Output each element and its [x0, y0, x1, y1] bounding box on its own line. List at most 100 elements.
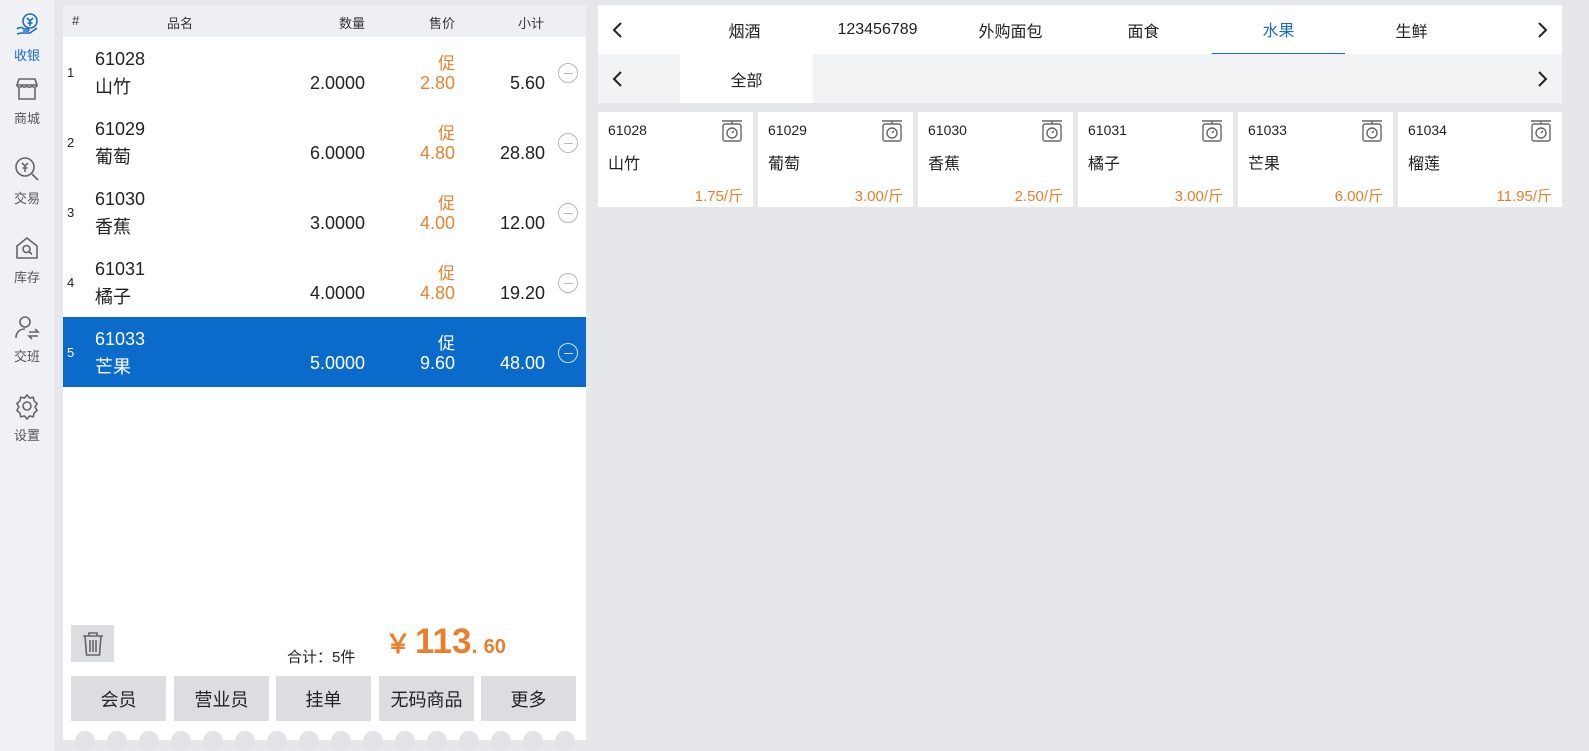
nav-label-settings: 设置	[13, 428, 40, 443]
product-code: 61028	[608, 122, 647, 138]
row-qty: 3.0000	[309, 213, 365, 233]
scale-icon	[1042, 120, 1062, 142]
remove-item-icon[interactable]	[558, 273, 578, 293]
col-header-subtotal: 小计	[517, 16, 544, 31]
subtabs-next-button[interactable]	[1522, 54, 1562, 103]
nav-label-store: 商城	[13, 111, 40, 126]
product-card[interactable]: 61033 芒果 6.00/斤	[1238, 112, 1393, 207]
cart-header: # 品名 数量 售价 小计	[63, 5, 586, 37]
currency-symbol: ￥	[385, 629, 412, 659]
chevron-right-icon	[1538, 21, 1548, 38]
cart-row[interactable]: 1 61028 山竹 2.0000 促 2.80 5.60	[63, 37, 586, 107]
cart-row[interactable]: 2 61029 葡萄 6.0000 促 4.80 28.80	[63, 107, 586, 177]
row-qty: 6.0000	[309, 143, 365, 163]
total-decimal: 60	[483, 636, 506, 658]
total-count: 合计：5件	[287, 649, 356, 666]
product-name: 山竹	[608, 156, 641, 173]
product-code: 61034	[1408, 122, 1447, 138]
tab-fresh[interactable]: 生鲜	[1345, 5, 1478, 54]
row-qty: 2.0000	[309, 73, 365, 93]
tabs-next-button[interactable]	[1522, 5, 1562, 54]
nav-label-transaction: 交易	[13, 191, 40, 206]
chevron-left-icon	[612, 70, 622, 87]
promo-badge: 促	[438, 194, 455, 213]
subtabs-prev-button[interactable]	[598, 54, 638, 103]
row-index: 4	[67, 275, 75, 290]
row-name: 香蕉	[95, 217, 131, 237]
nav-item-inventory[interactable]: 库存	[0, 222, 54, 298]
total-amount: ￥ 113. 60	[385, 622, 506, 662]
gear-icon	[15, 393, 39, 420]
tabs-prev-button[interactable]	[598, 5, 638, 54]
row-code: 61030	[95, 189, 146, 209]
cart-row[interactable]: 4 61031 橘子 4.0000 促 4.80 19.20	[63, 247, 586, 317]
row-price: 9.60	[419, 353, 455, 373]
row-subtotal: 48.00	[499, 353, 545, 373]
product-card[interactable]: 61031 橘子 3.00/斤	[1078, 112, 1233, 207]
row-code: 61028	[95, 49, 146, 69]
row-index: 2	[67, 135, 75, 150]
product-price: 11.95/斤	[1496, 188, 1552, 205]
chevron-left-icon	[612, 21, 622, 38]
scale-icon	[1362, 120, 1382, 142]
cart-row[interactable]: 3 61030 香蕉 3.0000 促 4.00 12.00	[63, 177, 586, 247]
product-price: 3.00/斤	[854, 188, 903, 205]
row-qty: 4.0000	[309, 283, 365, 303]
row-price: 4.00	[419, 213, 455, 233]
row-index: 5	[67, 345, 75, 360]
remove-item-icon[interactable]	[558, 343, 578, 363]
row-name: 橘子	[95, 287, 131, 307]
product-card[interactable]: 61029 葡萄 3.00/斤	[758, 112, 913, 207]
product-code: 61030	[928, 122, 967, 138]
product-name: 橘子	[1088, 156, 1121, 173]
clear-cart-button[interactable]	[71, 625, 114, 662]
total-dot: .	[471, 633, 478, 658]
tab-fruit[interactable]: 水果	[1212, 5, 1345, 54]
remove-item-icon[interactable]	[558, 63, 578, 83]
tab-bread[interactable]: 外购面包	[944, 5, 1077, 54]
row-code: 61033	[95, 329, 146, 349]
tab-tobacco-liquor[interactable]: 烟酒	[678, 5, 811, 54]
no-barcode-item-button[interactable]: 无码商品	[379, 676, 474, 721]
row-subtotal: 12.00	[499, 213, 545, 233]
more-button[interactable]: 更多	[481, 676, 576, 721]
transaction-icon	[15, 157, 39, 181]
nav-item-settings[interactable]: 设置	[0, 380, 54, 456]
member-button[interactable]: 会员	[71, 676, 166, 721]
shift-handover-icon	[15, 316, 40, 340]
hold-order-button[interactable]: 挂单	[276, 676, 371, 721]
row-name: 山竹	[95, 77, 131, 97]
nav-item-shift[interactable]: 交班	[0, 301, 54, 377]
side-nav: 收银 商城 交易 库存 交班 设置	[0, 0, 54, 751]
promo-badge: 促	[438, 264, 455, 283]
nav-item-store[interactable]: 商城	[0, 63, 54, 139]
promo-badge: 促	[438, 334, 455, 353]
nav-item-transaction[interactable]: 交易	[0, 143, 54, 219]
subtab-all[interactable]: 全部	[680, 54, 813, 103]
product-code: 61033	[1248, 122, 1287, 138]
trash-icon	[82, 631, 103, 656]
total-integer: 113	[415, 622, 472, 661]
product-name: 葡萄	[768, 156, 801, 173]
product-name: 榴莲	[1408, 156, 1441, 173]
product-card[interactable]: 61030 香蕉 2.50/斤	[918, 112, 1073, 207]
row-name: 葡萄	[95, 147, 131, 167]
cashier-icon	[16, 13, 38, 35]
product-card[interactable]: 61034 榴莲 11.95/斤	[1398, 112, 1562, 207]
scale-icon	[1202, 120, 1222, 142]
row-subtotal: 5.60	[509, 73, 545, 93]
col-header-index: #	[72, 13, 80, 28]
nav-label-cashier: 收银	[13, 48, 40, 63]
salesperson-button[interactable]: 营业员	[174, 676, 269, 721]
tab-noodles[interactable]: 面食	[1077, 5, 1210, 54]
row-index: 1	[67, 65, 75, 80]
tab-123456789[interactable]: 123456789	[811, 5, 944, 54]
remove-item-icon[interactable]	[558, 133, 578, 153]
cart-row-selected[interactable]: 5 61033 芒果 5.0000 促 9.60 48.00	[63, 317, 586, 387]
product-price: 6.00/斤	[1334, 188, 1383, 205]
product-name: 香蕉	[928, 156, 961, 173]
product-card[interactable]: 61028 山竹 1.75/斤	[598, 112, 753, 207]
remove-item-icon[interactable]	[558, 203, 578, 223]
promo-badge: 促	[438, 54, 455, 73]
nav-label-inventory: 库存	[13, 270, 40, 285]
